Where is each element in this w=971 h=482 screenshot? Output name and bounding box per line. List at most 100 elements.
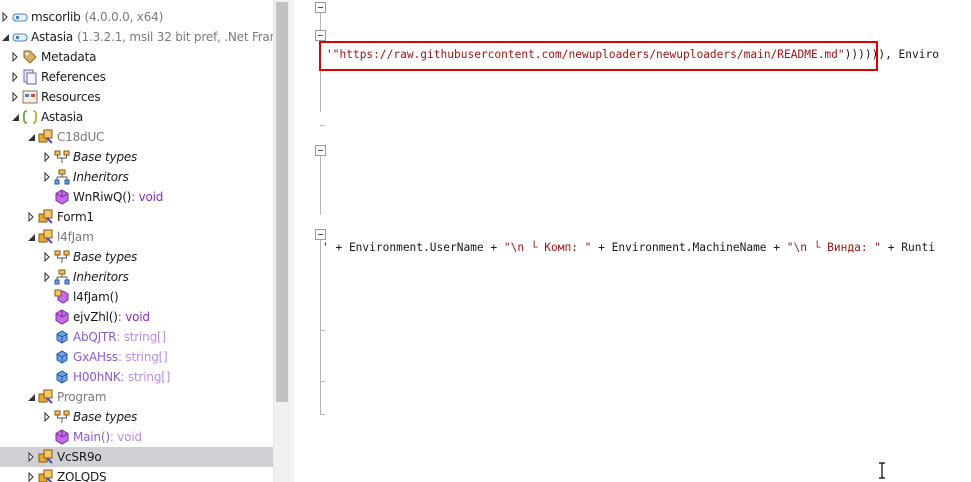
collapse-arrow-icon[interactable] xyxy=(26,230,36,244)
expand-arrow-icon[interactable] xyxy=(42,410,52,424)
assembly-tree[interactable]: mscorlib (4.0.0.0, x64) Astasia (1.3.2.1, m… xyxy=(0,0,273,482)
tree-node-label: l4fJam xyxy=(57,230,94,244)
collapse-arrow-icon[interactable] xyxy=(0,30,10,44)
tree-node[interactable]: l4fJam xyxy=(0,227,273,247)
tree-node-label: H00hNK xyxy=(73,370,121,384)
expand-arrow-icon[interactable] xyxy=(10,70,20,84)
tree-node[interactable]: WnRiwQ() : void xyxy=(0,187,273,207)
tree-scrollbar-thumb[interactable] xyxy=(276,2,288,402)
code-token: + Runti xyxy=(881,241,935,254)
fold-guide xyxy=(320,240,321,415)
expand-arrow-icon[interactable] xyxy=(26,470,36,482)
namespace-icon xyxy=(22,109,38,125)
collapse-arrow-icon[interactable] xyxy=(10,110,20,124)
field-icon xyxy=(54,349,70,365)
tree-node-label: Astasia xyxy=(31,30,74,44)
tree-node[interactable]: Astasia xyxy=(0,107,273,127)
tree-node-label: AbQJTR xyxy=(73,330,117,344)
tree-node-label: ZOLQDS xyxy=(57,470,107,482)
fold-toggle-icon[interactable] xyxy=(315,30,326,41)
tree-node-label: Inheritors xyxy=(73,170,129,184)
return-type-label: : void xyxy=(117,310,150,324)
url-highlight-box xyxy=(319,41,878,71)
return-type-label: : void xyxy=(131,190,164,204)
return-type-label: : string[] xyxy=(120,370,171,384)
tree-node-label: Program xyxy=(57,390,107,404)
expand-arrow-icon[interactable] xyxy=(42,270,52,284)
collapse-arrow-icon[interactable] xyxy=(26,130,36,144)
tree-node[interactable]: AbQJTR : string[] xyxy=(0,327,273,347)
tree-node[interactable]: mscorlib (4.0.0.0, x64) xyxy=(0,7,273,27)
expand-arrow-icon[interactable] xyxy=(42,250,52,264)
code-token: ' + Environment.UserName + xyxy=(322,241,504,254)
resources-icon xyxy=(22,89,38,105)
tree-node[interactable]: VcSR9o xyxy=(0,447,273,467)
tree-node[interactable]: Program xyxy=(0,387,273,407)
expand-arrow-icon[interactable] xyxy=(10,50,20,64)
tree-node[interactable]: Base types xyxy=(0,407,273,427)
code-editor[interactable]: '"https://raw.githubusercontent.com/newu… xyxy=(294,0,971,482)
assembly-version-label: (1.3.2.1, msil 32 bit pref, .Net Framewo… xyxy=(77,30,273,44)
tree-node[interactable]: Inheritors xyxy=(0,267,273,287)
return-type-label: : void xyxy=(109,430,142,444)
method-icon xyxy=(54,429,70,445)
tree-node[interactable]: C18dUC xyxy=(0,127,273,147)
field-icon xyxy=(54,329,70,345)
tree-node[interactable]: Main() : void xyxy=(0,427,273,447)
expand-arrow-icon[interactable] xyxy=(10,90,20,104)
inheritors-icon xyxy=(54,169,70,185)
tree-node[interactable]: References xyxy=(0,67,273,87)
tree-node[interactable]: ZOLQDS xyxy=(0,467,273,482)
expand-arrow-icon[interactable] xyxy=(0,10,10,24)
method-icon xyxy=(54,309,70,325)
fold-toggle-icon[interactable] xyxy=(315,2,326,13)
tree-node[interactable]: Form1 xyxy=(0,207,273,227)
tree-node[interactable]: H00hNK : string[] xyxy=(0,367,273,387)
tree-node-label: References xyxy=(41,70,106,84)
fold-guide xyxy=(320,155,321,215)
fold-toggle-icon[interactable] xyxy=(315,229,326,240)
fold-guide-tick xyxy=(320,381,325,382)
tree-node-label: ejvZhl() xyxy=(73,310,118,324)
fold-guide-tick xyxy=(320,330,325,331)
tree-node[interactable]: ejvZhl() : void xyxy=(0,307,273,327)
collapse-arrow-icon[interactable] xyxy=(26,390,36,404)
class-icon xyxy=(38,129,54,145)
inheritors-icon xyxy=(54,269,70,285)
string-literal: "\n └ Комп: " xyxy=(503,241,592,254)
class-icon xyxy=(38,469,54,482)
references-icon xyxy=(22,69,38,85)
tree-node-label: Form1 xyxy=(57,210,94,224)
tree-node-label: l4fJam() xyxy=(73,290,119,304)
tree-node-label: Inheritors xyxy=(73,270,129,284)
class-icon xyxy=(38,389,54,405)
tree-node-label: Base types xyxy=(73,150,138,164)
fold-guide-end xyxy=(320,414,325,415)
tree-node[interactable]: Resources xyxy=(0,87,273,107)
base-types-icon xyxy=(54,249,70,265)
expand-arrow-icon[interactable] xyxy=(42,150,52,164)
tree-node[interactable]: Base types xyxy=(0,247,273,267)
class-icon xyxy=(38,229,54,245)
fold-toggle-icon[interactable] xyxy=(315,145,326,156)
tree-node[interactable]: GxAHss : string[] xyxy=(0,347,273,367)
tree-node-label: Astasia xyxy=(41,110,84,124)
expand-arrow-icon[interactable] xyxy=(26,450,36,464)
tree-node-label: Base types xyxy=(73,250,138,264)
tree-node[interactable]: Inheritors xyxy=(0,167,273,187)
tree-node[interactable]: l4fJam() xyxy=(0,287,273,307)
tag-icon xyxy=(22,49,38,65)
class-icon xyxy=(38,449,54,465)
expand-arrow-icon[interactable] xyxy=(26,210,36,224)
tree-node[interactable]: Metadata xyxy=(0,47,273,67)
code-line-environment[interactable]: ' + Environment.UserName + "\n └ Комп: "… xyxy=(322,241,935,254)
tree-node[interactable]: Base types xyxy=(0,147,273,167)
tree-node[interactable]: Astasia (1.3.2.1, msil 32 bit pref, .Net … xyxy=(0,27,273,47)
expand-arrow-icon[interactable] xyxy=(42,170,52,184)
assembly-version-label: (4.0.0.0, x64) xyxy=(84,10,164,24)
